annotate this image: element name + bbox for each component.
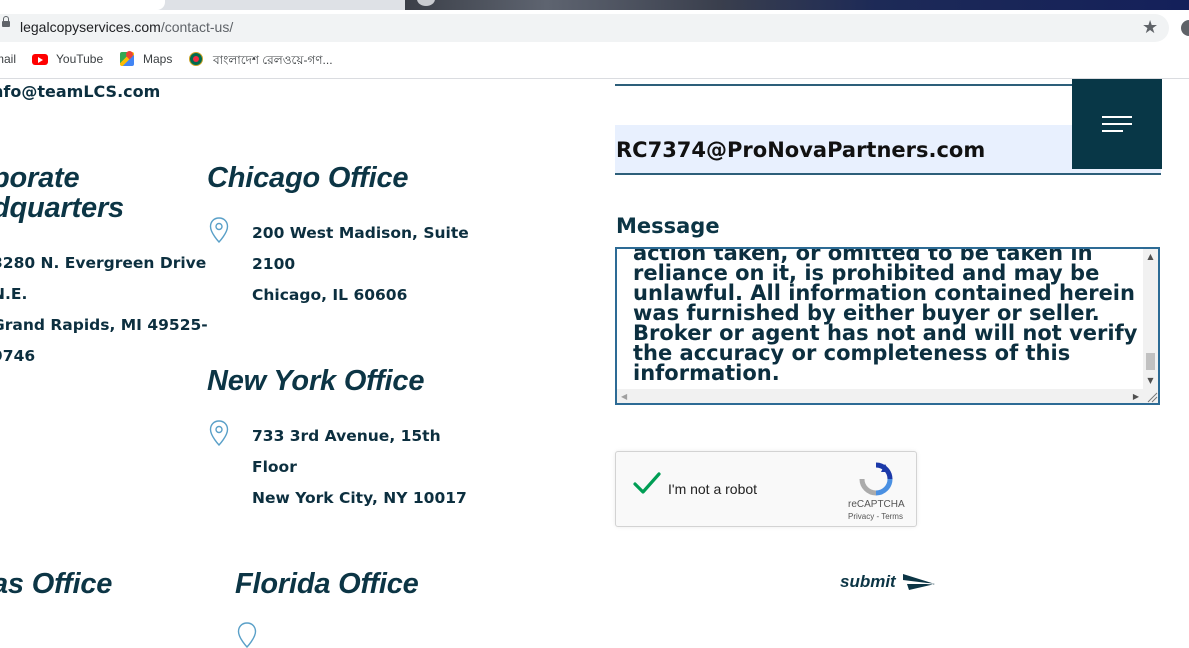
- active-tab[interactable]: [0, 0, 165, 10]
- url-domain: legalcopyservices.com: [20, 19, 161, 35]
- checkmark-icon[interactable]: [632, 468, 662, 498]
- bookmark-maps[interactable]: Maps: [120, 52, 172, 66]
- background-tab[interactable]: [405, 0, 1189, 10]
- hq-address: 3280 N. Evergreen Drive N.E. Grand Rapid…: [0, 248, 208, 372]
- bookmark-gmail-label: mail: [0, 52, 17, 66]
- new-york-address: 733 3rd Avenue, 15th Floor New York City…: [252, 421, 467, 514]
- location-pin-icon: [209, 420, 229, 446]
- menu-icon[interactable]: [1102, 116, 1132, 118]
- vertical-scrollbar[interactable]: ▲ ▼: [1143, 249, 1158, 389]
- address-line: 3280 N. Evergreen Drive: [0, 254, 207, 272]
- message-text[interactable]: action taken, or omitted to be taken in …: [633, 249, 1138, 385]
- email-field-value[interactable]: RC7374@ProNovaPartners.com: [616, 138, 985, 162]
- scroll-down-arrow-icon[interactable]: ▼: [1143, 373, 1158, 388]
- texas-office-title: as Office: [0, 568, 113, 600]
- address-line: 200 West Madison, Suite: [252, 224, 469, 242]
- new-york-office-title: New York Office: [207, 365, 425, 397]
- lock-icon[interactable]: [2, 16, 10, 27]
- bookmark-gmail[interactable]: mail: [0, 52, 16, 66]
- profile-avatar[interactable]: [1181, 20, 1189, 36]
- hq-office-title-line2: dquarters: [0, 192, 124, 224]
- scroll-up-arrow-icon[interactable]: ▲: [1143, 249, 1158, 264]
- tab-favicon: [417, 0, 435, 6]
- contact-email-link[interactable]: nfo@teamLCS.com: [0, 82, 160, 101]
- recaptcha-widget[interactable]: I'm not a robot reCAPTCHA Privacy - Term…: [615, 451, 917, 527]
- tab-strip: [0, 0, 1189, 10]
- florida-office-title: Florida Office: [235, 568, 419, 600]
- message-line: information.: [633, 361, 780, 385]
- bookmark-youtube-label: YouTube: [56, 52, 104, 66]
- submit-button[interactable]: submit: [840, 572, 896, 592]
- address-line: Floor: [252, 458, 297, 476]
- captcha-label: I'm not a robot: [668, 481, 758, 497]
- address-line: New York City, NY 10017: [252, 489, 467, 507]
- url-path: /contact-us/: [160, 19, 234, 35]
- address-line: 9746: [0, 347, 36, 365]
- message-line: Broker or agent has not and will not ver…: [633, 321, 1138, 345]
- horizontal-scrollbar[interactable]: ◀ ▶: [617, 389, 1143, 403]
- message-line: unlawful. All information contained here…: [633, 281, 1135, 305]
- captcha-privacy-terms-links[interactable]: Privacy - Terms: [848, 512, 903, 521]
- location-pin-icon: [209, 217, 229, 243]
- scrollbar-thumb[interactable]: [1146, 353, 1155, 370]
- bookmark-bangladesh-railway[interactable]: বাংলাদেশ রেলওয়ে-গণ...: [189, 52, 333, 72]
- chicago-office-title: Chicago Office: [207, 162, 409, 194]
- message-line: the accuracy or completeness of this: [633, 341, 1071, 365]
- bookmark-bd-label: বাংলাদেশ রেলওয়ে-গণ...: [213, 53, 333, 67]
- address-line: 2100: [252, 255, 296, 273]
- bookmark-maps-label: Maps: [143, 52, 173, 66]
- scroll-right-arrow-icon[interactable]: ▶: [1133, 389, 1139, 403]
- bookmark-star-icon[interactable]: ★: [1142, 17, 1158, 39]
- menu-icon-line: [1102, 123, 1132, 125]
- scroll-left-arrow-icon[interactable]: ◀: [621, 389, 627, 403]
- bangladesh-railway-icon: [189, 52, 203, 66]
- url-text[interactable]: legalcopyservices.com/contact-us/: [20, 19, 233, 35]
- resize-handle-icon[interactable]: [1143, 388, 1158, 403]
- chrome-divider: [0, 78, 1189, 79]
- address-line: 733 3rd Avenue, 15th: [252, 427, 441, 445]
- message-textarea[interactable]: action taken, or omitted to be taken in …: [615, 247, 1160, 405]
- hq-office-title: porate: [0, 162, 80, 194]
- menu-icon-line: [1102, 130, 1123, 132]
- recaptcha-logo-icon: [859, 462, 893, 496]
- address-line: N.E.: [0, 285, 28, 303]
- youtube-icon: [32, 54, 48, 65]
- location-pin-icon: [237, 622, 257, 648]
- address-line: Grand Rapids, MI 49525-: [0, 316, 208, 334]
- address-line: Chicago, IL 60606: [252, 286, 408, 304]
- maps-icon: [120, 52, 134, 66]
- message-line: was furnished by either buyer or seller.: [633, 301, 1100, 325]
- bookmark-youtube[interactable]: YouTube: [32, 52, 103, 66]
- chicago-address: 200 West Madison, Suite 2100 Chicago, IL…: [252, 218, 469, 311]
- captcha-brand: reCAPTCHA: [848, 499, 905, 510]
- message-label: Message: [616, 214, 720, 238]
- message-line: reliance on it, is prohibited and may be: [633, 261, 1100, 285]
- paper-plane-icon[interactable]: [901, 572, 937, 592]
